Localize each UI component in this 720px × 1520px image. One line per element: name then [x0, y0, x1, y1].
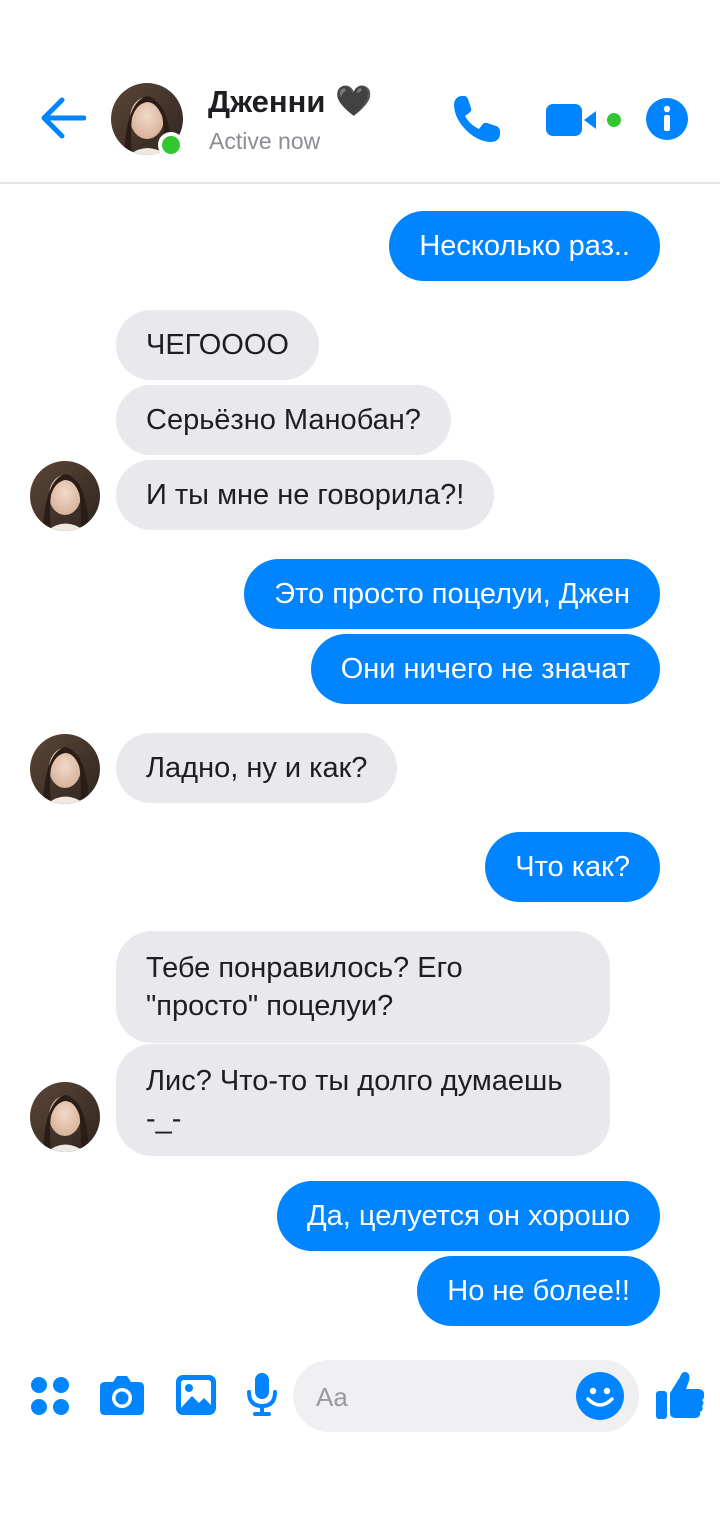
message-outgoing[interactable]: Это просто поцелуи, Джен	[244, 559, 660, 629]
contact-status: Active now	[209, 128, 321, 154]
contact-name-text: Дженни	[208, 84, 326, 119]
message-incoming[interactable]: Тебе понравилось? Его "просто" поцелуи?	[116, 931, 610, 1043]
chat-header: Дженни 🖤 Active now	[0, 0, 720, 184]
message-incoming[interactable]: Серьёзно Манобан?	[116, 385, 451, 455]
emoji-icon[interactable]	[575, 1371, 625, 1421]
microphone-icon[interactable]	[246, 1372, 278, 1418]
video-icon[interactable]	[544, 100, 626, 140]
message-input-placeholder: Aa	[316, 1382, 348, 1412]
message-outgoing[interactable]: Несколько раз..	[389, 211, 660, 281]
message-incoming[interactable]: ЧЕГОООО	[116, 310, 319, 380]
message-incoming[interactable]: И ты мне не говорила?!	[116, 460, 495, 530]
message-outgoing[interactable]: Но не более!!	[417, 1256, 660, 1326]
contact-avatar[interactable]	[110, 82, 184, 156]
like-icon[interactable]	[654, 1369, 706, 1421]
apps-icon[interactable]	[30, 1376, 70, 1416]
info-icon[interactable]	[645, 97, 689, 141]
back-arrow-icon[interactable]	[38, 96, 86, 140]
phone-icon[interactable]	[450, 92, 502, 146]
message-outgoing[interactable]: Они ничего не значат	[310, 634, 660, 704]
contact-name[interactable]: Дженни 🖤	[208, 84, 373, 120]
sender-avatar[interactable]	[30, 1082, 100, 1152]
sender-avatar[interactable]	[30, 734, 100, 804]
message-outgoing[interactable]: Да, целуется он хорошо	[277, 1181, 660, 1251]
message-outgoing[interactable]: Что как?	[485, 832, 660, 902]
message-incoming[interactable]: Ладно, ну и как?	[116, 733, 398, 803]
camera-icon[interactable]	[99, 1374, 145, 1416]
sender-avatar[interactable]	[30, 461, 100, 531]
black-heart-icon: 🖤	[335, 85, 373, 118]
message-incoming[interactable]: Лис? Что-то ты долго думаешь -_-	[116, 1044, 610, 1156]
gallery-icon[interactable]	[175, 1374, 217, 1416]
